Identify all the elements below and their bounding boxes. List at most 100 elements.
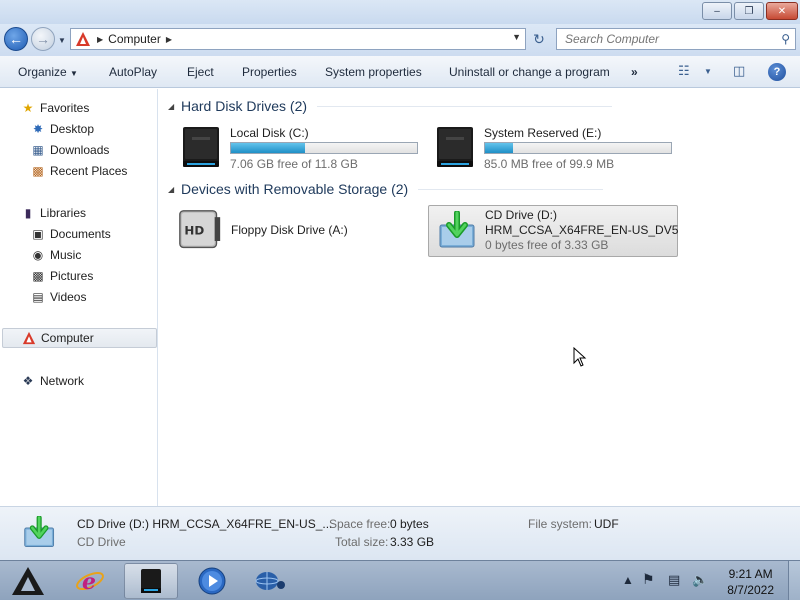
caption-buttons: – ❐ ✕: [700, 2, 798, 20]
group-header-hard-disks[interactable]: Hard Disk Drives (2): [181, 98, 613, 114]
refresh-button[interactable]: ↻: [528, 28, 550, 50]
drive-free-space: 0 bytes free of 3.33 GB: [485, 238, 609, 252]
nav-recent-places[interactable]: ▩ Recent Places: [0, 161, 158, 181]
documents-icon: ▣: [32, 227, 44, 241]
nav-computer[interactable]: Computer: [2, 328, 157, 348]
maximize-button[interactable]: ❐: [734, 2, 764, 20]
breadcrumb-computer[interactable]: Computer: [108, 32, 161, 46]
back-button[interactable]: ←: [4, 27, 28, 51]
forward-button[interactable]: →: [31, 27, 55, 51]
start-button[interactable]: [4, 563, 52, 599]
computer-icon: [74, 30, 92, 48]
taskbar-media-player[interactable]: [188, 563, 236, 599]
more-commands-button[interactable]: »: [631, 65, 638, 79]
system-properties-button[interactable]: System properties: [325, 65, 422, 79]
drive-volume-label: HRM_CCSA_X64FRE_EN-US_DV5: [485, 223, 679, 237]
nav-music-label: Music: [50, 248, 82, 262]
taskbar: e ▲ ⚑ ▤ 🔈 9:21 AM 8/7/2022: [0, 560, 800, 600]
drive-system-reserved-e[interactable]: System Reserved (E:) 85.0 MB free of 99.…: [434, 125, 674, 177]
space-free-label: Space free:: [329, 517, 391, 531]
uninstall-program-button[interactable]: Uninstall or change a program: [449, 65, 610, 79]
floppy-drive-icon: HD: [179, 210, 221, 249]
volume-muted-icon[interactable]: 🔈: [692, 572, 708, 588]
nav-pictures-label: Pictures: [50, 269, 94, 283]
space-free-value: 0 bytes: [390, 517, 429, 531]
breadcrumb-chevron-icon[interactable]: ▶: [166, 35, 172, 44]
drive-cd-d[interactable]: CD Drive (D:) HRM_CCSA_X64FRE_EN-US_DV5 …: [428, 205, 678, 257]
help-icon: ?: [773, 66, 781, 78]
close-button[interactable]: ✕: [766, 2, 798, 20]
window-title-bar: – ❐ ✕: [0, 0, 800, 24]
collapse-arrow-icon[interactable]: ◢: [168, 185, 174, 194]
help-button[interactable]: ?: [768, 63, 786, 81]
nav-network[interactable]: ❖ Network: [0, 371, 158, 391]
nav-favorites-label: Favorites: [40, 101, 90, 115]
show-hidden-icons-button[interactable]: ▲: [622, 573, 634, 587]
nav-documents-label: Documents: [50, 227, 111, 241]
nav-libraries[interactable]: ▮ Libraries: [0, 203, 158, 223]
downloads-icon: ▦: [32, 143, 44, 157]
music-icon: ◉: [32, 248, 44, 262]
address-bar[interactable]: ▶ Computer ▶ ▼: [70, 28, 526, 50]
search-input[interactable]: [565, 32, 765, 46]
group-header-removable-label: Devices with Removable Storage (2): [181, 181, 409, 197]
drive-name: Local Disk (C:): [230, 126, 309, 140]
address-row: ← → ▼ ▶ Computer ▶ ▼ ↻ ⚲: [0, 24, 800, 56]
hard-drive-icon: [437, 127, 473, 167]
details-pane: CD Drive (D:) HRM_CCSA_X64FRE_EN-US_... …: [0, 506, 800, 560]
libraries-icon: ▮: [24, 206, 32, 220]
search-icon[interactable]: ⚲: [781, 32, 790, 46]
taskbar-internet-explorer[interactable]: e: [66, 563, 114, 599]
svg-text:e: e: [82, 569, 96, 595]
mouse-cursor-icon: [573, 347, 587, 367]
media-player-icon: [198, 567, 226, 595]
hard-drive-icon: [183, 127, 219, 167]
nav-desktop-label: Desktop: [50, 122, 95, 136]
taskbar-network-app[interactable]: [246, 563, 294, 599]
recent-places-icon: ▩: [32, 164, 44, 178]
chevron-down-icon: ▼: [70, 69, 78, 78]
drive-local-c[interactable]: Local Disk (C:) 7.06 GB free of 11.8 GB: [180, 125, 420, 177]
nav-network-label: Network: [40, 374, 85, 388]
system-clock[interactable]: 9:21 AM 8/7/2022: [727, 566, 774, 598]
preview-pane-icon[interactable]: ◫: [733, 63, 745, 79]
nav-libraries-label: Libraries: [40, 206, 87, 220]
nav-desktop[interactable]: ✸ Desktop: [0, 119, 158, 139]
nav-music[interactable]: ◉ Music: [0, 245, 158, 265]
usage-bar-fill: [485, 143, 513, 153]
breadcrumb-separator-icon[interactable]: ▶: [97, 35, 103, 44]
nav-documents[interactable]: ▣ Documents: [0, 224, 158, 244]
nav-computer-label: Computer: [41, 331, 94, 345]
group-header-hard-disks-label: Hard Disk Drives (2): [181, 98, 308, 114]
search-box[interactable]: ⚲: [556, 28, 796, 50]
details-type: CD Drive: [77, 535, 126, 549]
network-status-icon[interactable]: ▤: [668, 572, 680, 588]
minimize-button[interactable]: –: [702, 2, 732, 20]
nav-videos[interactable]: ▤ Videos: [0, 287, 158, 307]
nav-pictures[interactable]: ▩ Pictures: [0, 266, 158, 286]
view-options-dropdown-icon[interactable]: ▼: [704, 67, 712, 76]
recent-pages-dropdown[interactable]: ▼: [58, 36, 66, 45]
refresh-icon: ↻: [533, 30, 545, 47]
desktop-icon: ✸: [32, 122, 44, 136]
usage-bar: [484, 142, 672, 154]
autoplay-button[interactable]: AutoPlay: [109, 65, 157, 79]
group-divider: [317, 105, 613, 107]
address-dropdown-icon[interactable]: ▼: [512, 32, 521, 42]
nav-downloads[interactable]: ▦ Downloads: [0, 140, 158, 160]
show-desktop-button[interactable]: [788, 561, 800, 600]
internet-explorer-icon: e: [76, 569, 104, 595]
action-center-flag-icon[interactable]: ⚑: [642, 571, 655, 588]
arrow-left-icon: ←: [9, 31, 23, 47]
eject-button[interactable]: Eject: [187, 65, 214, 79]
nav-favorites[interactable]: ★ Favorites: [0, 98, 158, 118]
properties-button[interactable]: Properties: [242, 65, 297, 79]
collapse-arrow-icon[interactable]: ◢: [168, 102, 174, 111]
taskbar-explorer-window[interactable]: [124, 563, 178, 599]
group-header-removable[interactable]: Devices with Removable Storage (2): [181, 181, 604, 197]
file-system-value: UDF: [594, 517, 619, 531]
organize-label: Organize: [18, 65, 67, 79]
change-view-icon[interactable]: ☷: [678, 63, 690, 79]
organize-button[interactable]: Organize ▼: [18, 65, 78, 79]
svg-text:HD: HD: [184, 224, 204, 238]
